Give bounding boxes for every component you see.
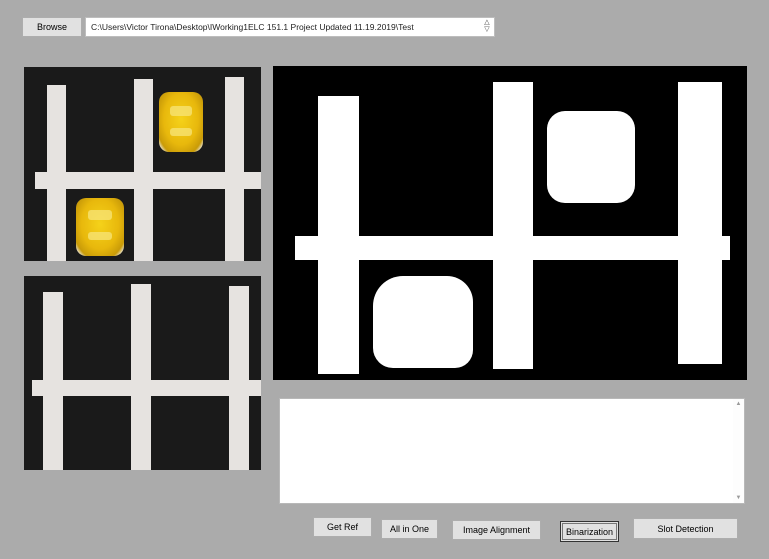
output-textbox[interactable]: ▲ ▼ — [279, 398, 745, 504]
scroll-up-arrow-icon[interactable]: ▲ — [733, 399, 744, 409]
image-alignment-button[interactable]: Image Alignment — [452, 520, 541, 540]
tape-stripe — [134, 79, 153, 261]
scroll-down-arrow-icon[interactable]: ▼ — [733, 493, 744, 503]
current-image-panel — [24, 67, 261, 261]
browse-button[interactable]: Browse — [22, 17, 82, 37]
tape-stripe — [131, 284, 151, 470]
bw-stripe — [493, 82, 533, 369]
bw-stripe — [678, 82, 722, 364]
binarization-button[interactable]: Binarization — [560, 521, 619, 542]
path-text: C:\Users\Victor Tirona\Desktop\IWorking1… — [91, 22, 414, 32]
tape-stripe — [32, 380, 261, 396]
tape-stripe — [35, 172, 261, 189]
car-image — [159, 92, 203, 152]
reference-image-panel — [24, 276, 261, 470]
path-field[interactable]: C:\Users\Victor Tirona\Desktop\IWorking1… — [85, 17, 495, 37]
bw-car-blob — [373, 276, 473, 368]
car-image — [76, 198, 124, 256]
bw-car-blob — [547, 111, 635, 203]
binarized-image-panel — [273, 66, 747, 380]
tape-stripe — [225, 77, 244, 261]
slot-detection-button[interactable]: Slot Detection — [633, 518, 738, 539]
tape-stripe — [229, 286, 249, 470]
get-ref-button[interactable]: Get Ref — [313, 517, 372, 537]
spin-up-icon[interactable]: △ — [482, 19, 492, 26]
spin-down-icon[interactable]: ▽ — [482, 26, 492, 33]
output-scrollbar[interactable]: ▲ ▼ — [733, 399, 744, 503]
all-in-one-button[interactable]: All in One — [381, 519, 438, 539]
path-spinner[interactable]: △ ▽ — [482, 19, 492, 35]
bw-stripe — [318, 96, 359, 374]
bw-stripe — [295, 236, 730, 260]
